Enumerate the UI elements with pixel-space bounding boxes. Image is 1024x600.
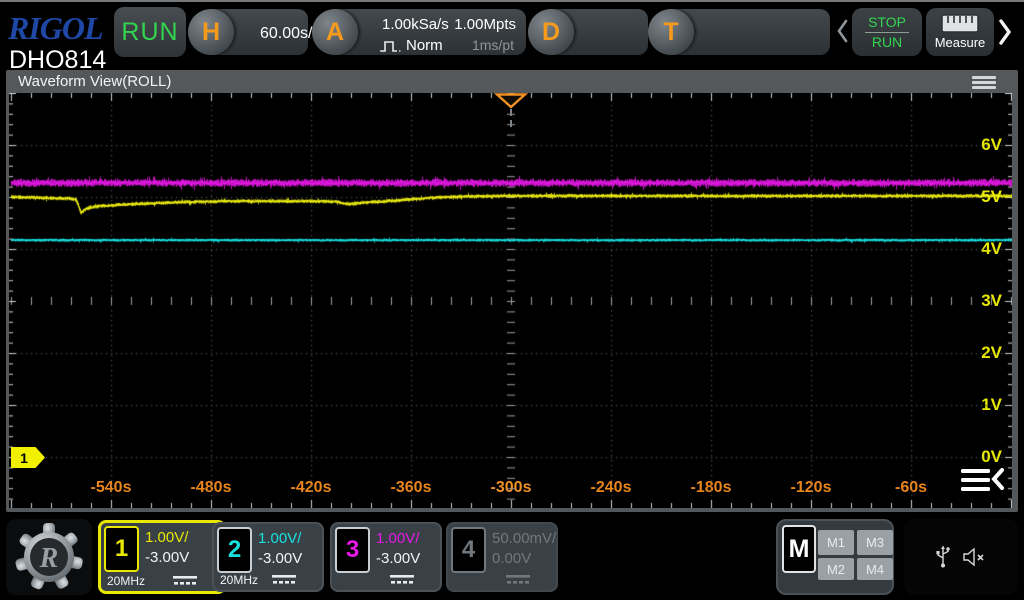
math-box[interactable]: M M1 M2 M3 M4	[776, 519, 894, 595]
measure-button[interactable]: Measure	[926, 8, 994, 56]
decode-button[interactable]: D	[528, 7, 648, 57]
rigol-gear-icon: R	[15, 523, 83, 590]
measure-label: Measure	[934, 35, 986, 50]
run-state-button[interactable]: RUN	[114, 7, 186, 57]
oscilloscope-screen: RIGOL DHO814 RUN 60.00s/ H 1.00kSa/s Nor…	[0, 0, 1024, 600]
channel-1-offset: -3.00V	[145, 549, 190, 566]
memory-depth-value: 1.00Mpts	[454, 16, 516, 33]
math-m4-button[interactable]: M4	[857, 558, 893, 580]
channel-1-badge: 1	[104, 526, 139, 572]
math-badge: M	[782, 525, 816, 573]
waveform-canvas[interactable]	[9, 93, 1012, 508]
acquire-circle[interactable]: A	[312, 9, 358, 55]
dc-coupling-icon	[390, 575, 414, 584]
pulse-icon	[380, 41, 402, 52]
run-label: RUN	[871, 33, 903, 50]
acquire-button[interactable]: 1.00kSa/s Norm 1.00Mpts 1ms/pt A	[312, 7, 526, 57]
channel-3-scale: 1.00V/	[376, 530, 420, 547]
math-buttons: M1 M2 M3 M4	[818, 530, 893, 580]
status-box	[904, 519, 1018, 595]
channel-1-box[interactable]: 1 1.00V/ -3.00V 20MHz	[98, 520, 226, 594]
dc-coupling-icon	[173, 576, 197, 585]
channel-2-offset: -3.00V	[258, 550, 303, 567]
sample-rate-value: 1.00kSa/s	[382, 16, 449, 33]
channel-4-badge: 4	[451, 527, 486, 573]
channel-3-badge: 3	[335, 527, 370, 573]
math-m3-button[interactable]: M3	[857, 530, 893, 555]
channel-4-scale: 50.00mV/	[492, 530, 557, 547]
math-m2-button[interactable]: M2	[818, 558, 854, 580]
timebase-value: 60.00s/	[260, 25, 313, 42]
horizontal-button[interactable]: 60.00s/ H	[188, 7, 312, 57]
trigger-marker-icon[interactable]	[494, 93, 528, 133]
trigger-circle[interactable]: T	[648, 9, 694, 55]
channel-2-bandwidth: 20MHz	[220, 573, 259, 587]
rigol-logo: RIGOL	[8, 10, 104, 46]
channel-3-offset: -3.00V	[376, 550, 421, 567]
horizontal-circle[interactable]: H	[188, 9, 234, 55]
dc-coupling-icon	[506, 575, 530, 584]
stop-run-button[interactable]: STOP RUN	[852, 8, 922, 56]
channel-2-box[interactable]: 2 1.00V/ -3.00V 20MHz	[212, 522, 324, 592]
time-per-point-value: 1ms/pt	[471, 37, 514, 53]
prev-chevron-icon[interactable]	[835, 18, 849, 44]
waveform-view-panel: Waveform View(ROLL) 1 -540s-480s-420s-36…	[6, 70, 1018, 512]
stop-label: STOP	[868, 13, 906, 30]
math-m1-button[interactable]: M1	[818, 530, 854, 555]
ruler-icon	[941, 14, 979, 33]
rigol-gear-logo[interactable]: R	[6, 519, 92, 595]
channel-4-offset: 0.00V	[492, 550, 532, 567]
plot-area[interactable]: 1 -540s-480s-420s-360s-300s-240s-180s-12…	[9, 93, 1012, 508]
model-label: DHO814	[9, 46, 107, 74]
trigger-mode-value: Norm	[406, 37, 443, 54]
svg-text:R: R	[39, 543, 59, 574]
next-chevron-icon[interactable]	[997, 18, 1013, 46]
channel-4-box[interactable]: 4 50.00mV/ 0.00V	[446, 522, 558, 592]
channel-2-scale: 1.00V/	[258, 530, 302, 547]
channel-3-box[interactable]: 3 1.00V/ -3.00V	[330, 522, 442, 592]
trigger-button[interactable]: T	[648, 7, 830, 57]
speaker-muted-icon[interactable]	[963, 547, 987, 567]
hamburger-icon[interactable]	[972, 76, 996, 89]
channel-1-scale: 1.00V/	[145, 529, 189, 546]
top-edge-line	[0, 0, 1024, 2]
channel-2-badge: 2	[217, 527, 252, 573]
menu-collapse-icon[interactable]	[959, 467, 1005, 495]
stop-run-divider	[865, 31, 909, 33]
panel-title: Waveform View(ROLL)	[18, 73, 172, 90]
dc-coupling-icon	[272, 575, 296, 584]
channel-1-bandwidth: 20MHz	[107, 574, 146, 588]
decode-circle[interactable]: D	[528, 9, 574, 55]
usb-icon[interactable]	[935, 545, 951, 569]
